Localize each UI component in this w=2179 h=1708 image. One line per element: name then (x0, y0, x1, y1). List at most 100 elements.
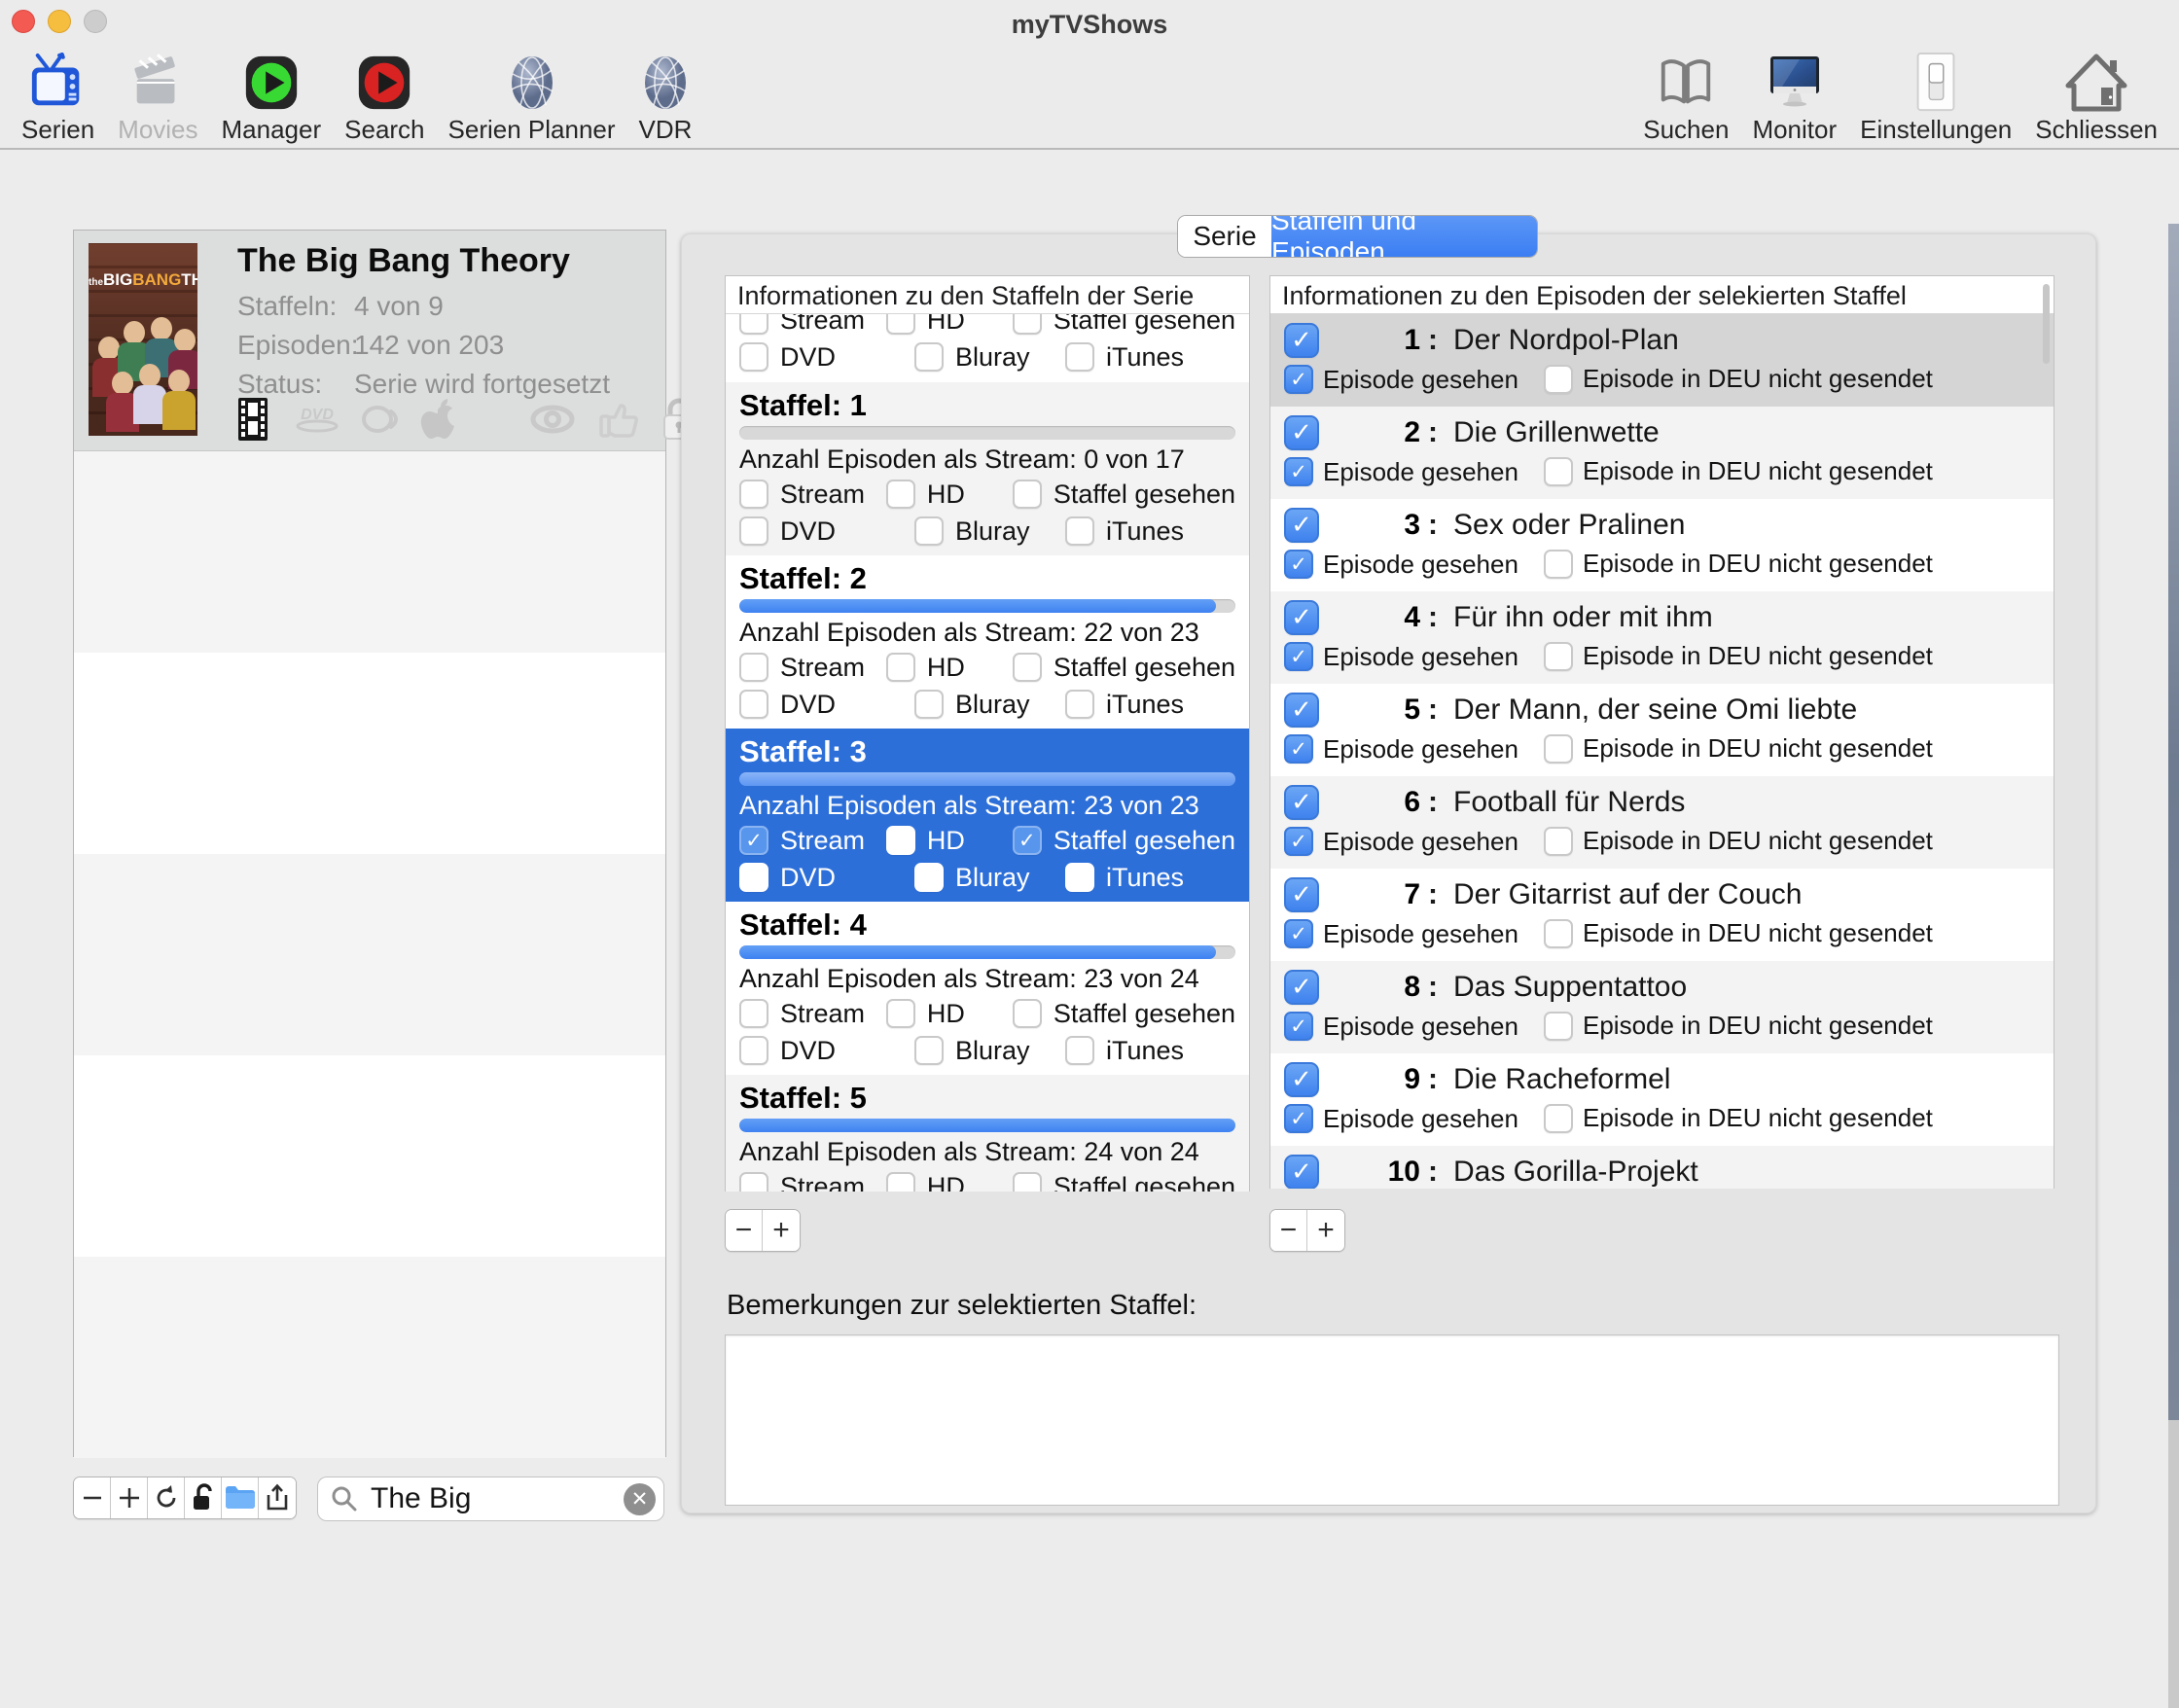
episode-gesehen-checkbox[interactable] (1284, 550, 1313, 579)
episode-gesehen-checkbox[interactable] (1284, 1012, 1313, 1041)
season-add-button[interactable]: + (763, 1210, 800, 1251)
season-row-staffel-2[interactable]: Staffel: 2Anzahl Episoden als Stream: 22… (726, 555, 1249, 729)
episode-checkbox[interactable] (1284, 1062, 1319, 1097)
episode-checkbox[interactable] (1284, 970, 1319, 1005)
episodes-scrollbar-thumb[interactable] (2043, 284, 2050, 364)
stream-checkbox[interactable] (739, 1172, 768, 1192)
staffel-gesehen-checkbox[interactable] (1013, 1172, 1042, 1192)
list-item[interactable] (74, 854, 665, 1055)
episode-deu-checkbox[interactable] (1544, 365, 1573, 394)
staffel-gesehen-checkbox[interactable] (1013, 480, 1042, 509)
staffel-gesehen-checkbox[interactable] (1013, 826, 1042, 855)
episode-deu-checkbox[interactable] (1544, 642, 1573, 671)
episode-checkbox[interactable] (1284, 877, 1319, 912)
hd-checkbox[interactable] (886, 314, 915, 335)
episode-row-8[interactable]: 8:Das SuppentattooEpisode gesehenEpisode… (1270, 961, 2054, 1053)
episode-deu-checkbox[interactable] (1544, 550, 1573, 579)
itunes-checkbox[interactable] (1065, 516, 1094, 546)
episode-row-9[interactable]: 9:Die RacheformelEpisode gesehenEpisode … (1270, 1053, 2054, 1146)
itunes-checkbox[interactable] (1065, 342, 1094, 372)
episode-gesehen-checkbox[interactable] (1284, 919, 1313, 948)
episode-row-1[interactable]: 1:Der Nordpol-PlanEpisode gesehenEpisode… (1270, 314, 2054, 407)
toolbar-item-serien[interactable]: Serien (14, 49, 102, 147)
episode-deu-checkbox[interactable] (1544, 827, 1573, 856)
list-item[interactable] (74, 451, 665, 653)
episode-checkbox[interactable] (1284, 323, 1319, 358)
episode-row-2[interactable]: 2:Die GrillenwetteEpisode gesehenEpisode… (1270, 407, 2054, 499)
staffel-gesehen-checkbox[interactable] (1013, 653, 1042, 682)
episode-gesehen-checkbox[interactable] (1284, 365, 1313, 394)
tab-serie[interactable]: Serie (1178, 216, 1271, 257)
toolbar-item-monitor[interactable]: Monitor (1744, 49, 1844, 147)
episode-row-10[interactable]: 10:Das Gorilla-ProjektEpisode gesehenEpi… (1270, 1146, 2054, 1189)
episode-gesehen-checkbox[interactable] (1284, 1104, 1313, 1133)
episode-checkbox[interactable] (1284, 693, 1319, 728)
episode-gesehen-checkbox[interactable] (1284, 642, 1313, 671)
season-row-staffel-1[interactable]: Staffel: 1Anzahl Episoden als Stream: 0 … (726, 382, 1249, 555)
stream-checkbox[interactable] (739, 826, 768, 855)
itunes-checkbox[interactable] (1065, 690, 1094, 719)
episode-remove-button[interactable]: − (1270, 1210, 1307, 1251)
episode-checkbox[interactable] (1284, 415, 1319, 450)
add-series-button[interactable] (111, 1477, 148, 1518)
episode-row-6[interactable]: 6:Football für NerdsEpisode gesehenEpiso… (1270, 776, 2054, 869)
hd-checkbox[interactable] (886, 826, 915, 855)
episode-deu-checkbox[interactable] (1544, 1104, 1573, 1133)
staffel-gesehen-checkbox[interactable] (1013, 999, 1042, 1028)
stream-checkbox[interactable] (739, 653, 768, 682)
dvd-checkbox[interactable] (739, 516, 768, 546)
tab-staffeln-und-episoden[interactable]: Staffeln und Episoden (1271, 216, 1537, 257)
toolbar-item-search[interactable]: Search (337, 49, 432, 147)
season-row-staffel-5[interactable]: Staffel: 5Anzahl Episoden als Stream: 24… (726, 1075, 1249, 1192)
hd-checkbox[interactable] (886, 999, 915, 1028)
toolbar-item-manager[interactable]: Manager (214, 49, 330, 147)
episode-checkbox[interactable] (1284, 600, 1319, 635)
season-row-staffel-4[interactable]: Staffel: 4Anzahl Episoden als Stream: 23… (726, 902, 1249, 1075)
episode-gesehen-checkbox[interactable] (1284, 457, 1313, 486)
episode-checkbox[interactable] (1284, 1155, 1319, 1189)
remove-series-button[interactable] (74, 1477, 111, 1518)
hd-checkbox[interactable] (886, 480, 915, 509)
stream-checkbox[interactable] (739, 999, 768, 1028)
clear-search-icon[interactable]: ✕ (624, 1483, 656, 1515)
season-row-partial[interactable]: StreamHDStaffel gesehenDVDBlurayiTunes (726, 314, 1249, 382)
series-card-selected[interactable]: theBIGBANGTHEORY The Big Bang Theory Sta… (74, 231, 665, 451)
toolbar-item-vdr[interactable]: VDR (631, 49, 700, 147)
stream-checkbox[interactable] (739, 314, 768, 335)
episode-deu-checkbox[interactable] (1544, 1012, 1573, 1041)
bluray-checkbox[interactable] (914, 1036, 944, 1065)
refresh-button[interactable] (148, 1477, 185, 1518)
dvd-checkbox[interactable] (739, 690, 768, 719)
search-input[interactable] (369, 1481, 624, 1516)
share-button[interactable] (259, 1477, 296, 1518)
season-row-staffel-3[interactable]: Staffel: 3Anzahl Episoden als Stream: 23… (726, 729, 1249, 902)
toolbar-item-einstellungen[interactable]: Einstellungen (1852, 49, 2019, 147)
list-item[interactable] (74, 1055, 665, 1257)
episode-row-4[interactable]: 4:Für ihn oder mit ihmEpisode gesehenEpi… (1270, 591, 2054, 684)
bluray-checkbox[interactable] (914, 516, 944, 546)
bluray-checkbox[interactable] (914, 863, 944, 892)
staffel-gesehen-checkbox[interactable] (1013, 314, 1042, 335)
window-edge-scrollbar[interactable] (2168, 224, 2179, 1420)
itunes-checkbox[interactable] (1065, 863, 1094, 892)
hd-checkbox[interactable] (886, 653, 915, 682)
list-item[interactable] (74, 653, 665, 854)
toolbar-item-serien-planner[interactable]: Serien Planner (441, 49, 624, 147)
toolbar-item-schliessen[interactable]: Schliessen (2027, 49, 2165, 147)
folder-button[interactable] (222, 1477, 259, 1518)
dvd-checkbox[interactable] (739, 863, 768, 892)
episode-add-button[interactable]: + (1307, 1210, 1344, 1251)
bluray-checkbox[interactable] (914, 342, 944, 372)
episode-gesehen-checkbox[interactable] (1284, 827, 1313, 856)
search-field[interactable]: ✕ (317, 1477, 664, 1521)
hd-checkbox[interactable] (886, 1172, 915, 1192)
bluray-checkbox[interactable] (914, 690, 944, 719)
dvd-checkbox[interactable] (739, 1036, 768, 1065)
toolbar-item-suchen[interactable]: Suchen (1635, 49, 1736, 147)
lock-button[interactable] (185, 1477, 222, 1518)
notes-textarea[interactable] (725, 1334, 2059, 1506)
season-remove-button[interactable]: − (726, 1210, 763, 1251)
episode-checkbox[interactable] (1284, 508, 1319, 543)
episode-checkbox[interactable] (1284, 785, 1319, 820)
stream-checkbox[interactable] (739, 480, 768, 509)
